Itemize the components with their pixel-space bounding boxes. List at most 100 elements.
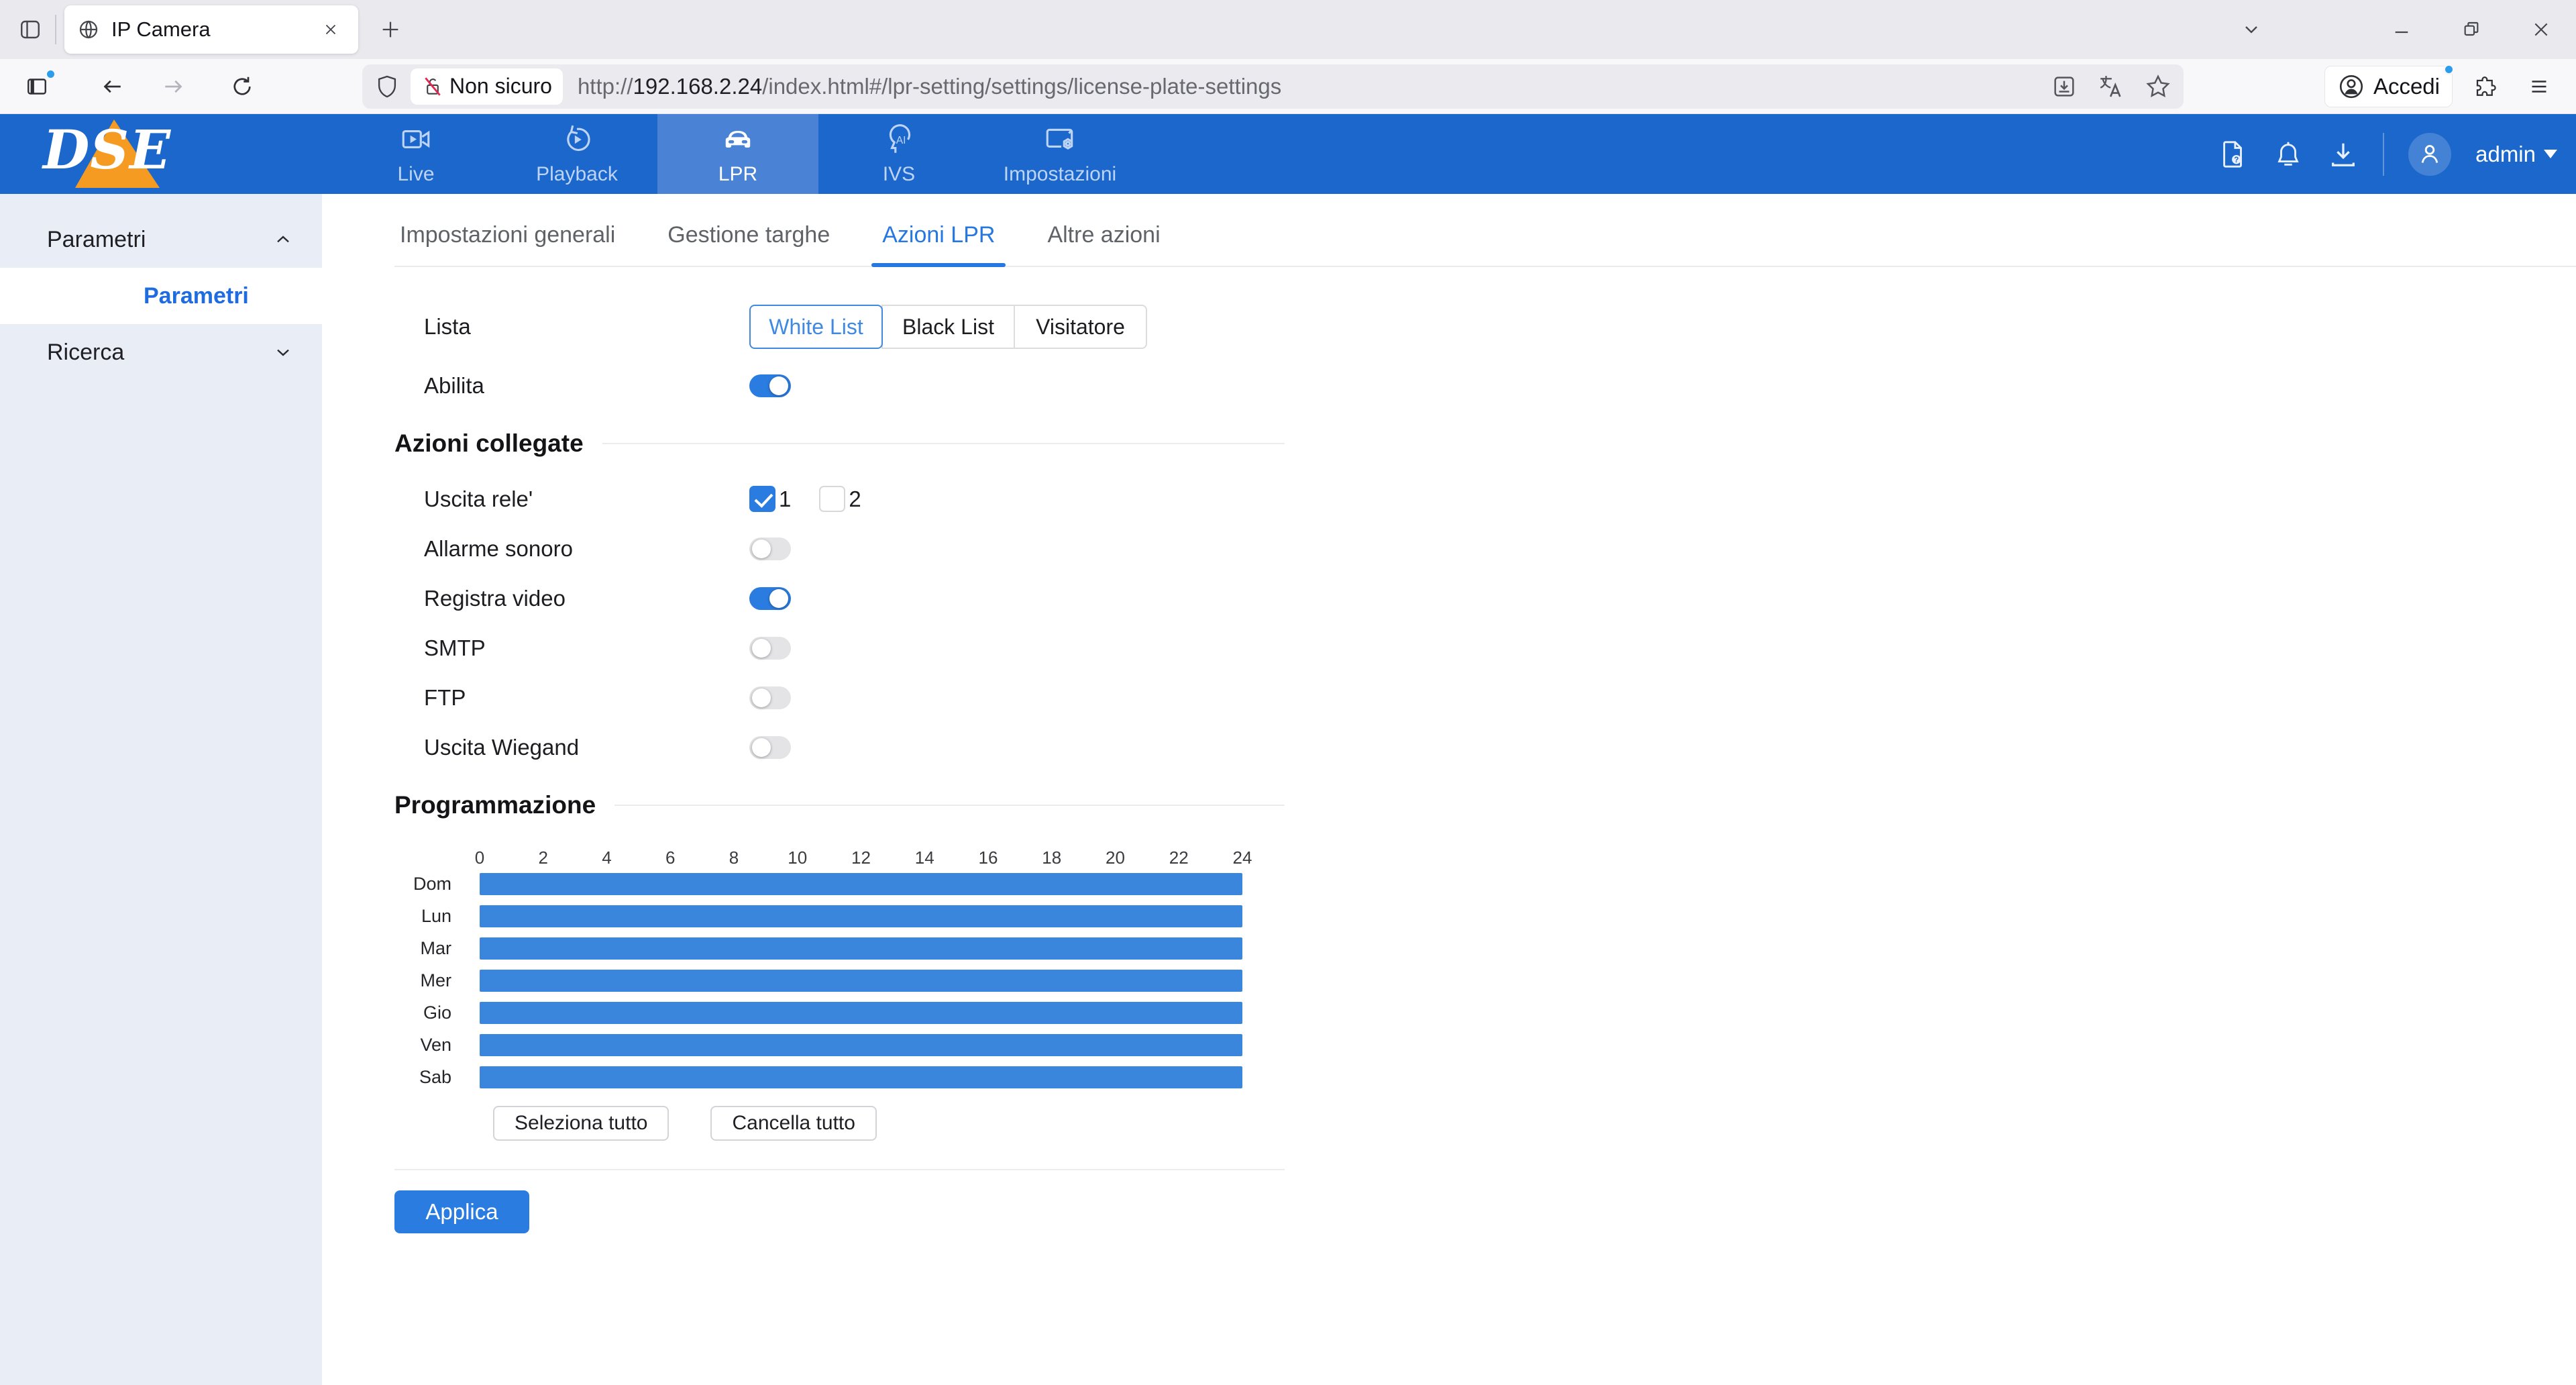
section-rule xyxy=(614,805,1285,806)
list-all-tabs-icon[interactable] xyxy=(2230,8,2273,51)
tab-gestione-targhe[interactable]: Gestione targhe xyxy=(662,222,835,266)
bookmark-star-icon[interactable] xyxy=(2145,73,2171,100)
lista-option-white-list[interactable]: White List xyxy=(749,305,883,349)
schedule-bar-gio[interactable] xyxy=(480,1002,1242,1024)
download-icon[interactable] xyxy=(2328,139,2359,170)
abilita-toggle[interactable] xyxy=(749,374,791,397)
new-tab-icon[interactable] xyxy=(372,11,409,48)
checkbox-uscita-rele-1[interactable] xyxy=(749,486,775,512)
schedule-bar-mar[interactable] xyxy=(480,937,1242,960)
tab-altre-azioni[interactable]: Altre azioni xyxy=(1042,222,1165,266)
url-host: 192.168.2.24 xyxy=(633,74,763,99)
help-document-icon[interactable]: ? xyxy=(2218,139,2249,170)
hour-tick-label: 18 xyxy=(1042,848,1061,868)
notification-dot xyxy=(45,68,56,80)
day-label: Mer xyxy=(394,970,480,991)
toggle-uscita-wiegand[interactable] xyxy=(749,736,791,759)
site-security-chip[interactable]: Non sicuro xyxy=(411,68,563,105)
hour-tick-label: 2 xyxy=(539,848,548,868)
apply-button[interactable]: Applica xyxy=(394,1190,529,1233)
caret-down-icon xyxy=(2544,150,2557,158)
schedule-track-gio[interactable] xyxy=(480,1002,1242,1024)
browser-tab[interactable]: IP Camera xyxy=(64,5,358,54)
sidebar-group-label: Parametri xyxy=(47,227,146,253)
tab-close-icon[interactable] xyxy=(315,14,346,45)
lista-option-black-list[interactable]: Black List xyxy=(881,305,1015,349)
menu-hamburger-icon[interactable] xyxy=(2518,66,2560,107)
nav-divider xyxy=(2383,133,2384,176)
translate-icon[interactable] xyxy=(2098,73,2125,100)
action-rows: Uscita rele'12Allarme sonoroRegistra vid… xyxy=(394,486,1285,760)
schedule-track-lun[interactable] xyxy=(480,905,1242,927)
hour-tick-label: 0 xyxy=(475,848,484,868)
close-window-icon[interactable] xyxy=(2520,8,2563,51)
app-nav: DSE LivePlaybackLPRAIIVSImpostazioni ? a… xyxy=(0,114,2576,194)
save-page-icon[interactable] xyxy=(2051,73,2078,100)
globe-icon xyxy=(76,17,101,42)
toggle-allarme-sonoro[interactable] xyxy=(749,537,791,560)
content-tabs: Impostazioni generali Gestione targhe Azio… xyxy=(394,194,2576,267)
nav-item-label: IVS xyxy=(883,163,915,186)
hour-tick-label: 22 xyxy=(1169,848,1189,868)
schedule-bar-mer[interactable] xyxy=(480,970,1242,992)
clear-all-button[interactable]: Cancella tutto xyxy=(710,1106,876,1141)
svg-text:AI: AI xyxy=(896,135,906,146)
schedule-row-dom: Dom xyxy=(394,873,1285,895)
sidebar-toggle-icon[interactable] xyxy=(16,66,58,107)
schedule-section-title: Programmazione xyxy=(394,791,596,819)
nav-item-live[interactable]: Live xyxy=(335,114,496,194)
action-row-allarme-sonoro: Allarme sonoro xyxy=(394,536,1285,562)
url-text: http://192.168.2.24/index.html#/lpr-sett… xyxy=(578,74,2037,99)
select-all-button[interactable]: Seleziona tutto xyxy=(493,1106,669,1141)
signin-button[interactable]: Accedi xyxy=(2324,66,2453,107)
day-label: Ven xyxy=(394,1035,480,1056)
day-label: Gio xyxy=(394,1003,480,1023)
nav-item-label: Impostazioni xyxy=(1004,163,1116,186)
lista-option-visitatore[interactable]: Visitatore xyxy=(1014,305,1147,349)
schedule-bar-dom[interactable] xyxy=(480,873,1242,895)
checkbox-uscita-rele-2[interactable] xyxy=(819,486,845,512)
security-label: Non sicuro xyxy=(449,74,552,99)
nav-item-playback[interactable]: Playback xyxy=(496,114,657,194)
reload-icon[interactable] xyxy=(221,66,263,107)
avatar[interactable] xyxy=(2408,133,2451,176)
sidebar-item-parametri[interactable]: Parametri xyxy=(0,268,322,324)
restore-window-icon[interactable] xyxy=(2450,8,2493,51)
toggle-smtp[interactable] xyxy=(749,637,791,660)
sidebar-group-parametri[interactable]: Parametri xyxy=(0,211,322,268)
schedule-track-mar[interactable] xyxy=(480,937,1242,960)
insecure-lock-icon xyxy=(421,75,444,98)
extensions-icon[interactable] xyxy=(2465,66,2506,107)
url-bar[interactable]: Non sicuro http://192.168.2.24/index.htm… xyxy=(362,64,2184,109)
actions-section-title: Azioni collegate xyxy=(394,429,584,458)
schedule-track-dom[interactable] xyxy=(480,873,1242,895)
nav-item-lpr[interactable]: LPR xyxy=(657,114,818,194)
sidebar-group-ricerca[interactable]: Ricerca xyxy=(0,324,322,380)
shield-icon[interactable] xyxy=(374,74,400,99)
nav-item-label: Playback xyxy=(536,163,618,186)
back-icon[interactable] xyxy=(91,66,133,107)
tabstrip-divider xyxy=(55,15,56,44)
tab-title: IP Camera xyxy=(111,17,315,42)
schedule-track-ven[interactable] xyxy=(480,1034,1242,1056)
nav-item-impostazioni[interactable]: Impostazioni xyxy=(979,114,1140,194)
bell-icon[interactable] xyxy=(2273,139,2304,170)
minimize-icon[interactable] xyxy=(2380,8,2423,51)
tab-impostazioni-generali[interactable]: Impostazioni generali xyxy=(394,222,621,266)
schedule-bar-lun[interactable] xyxy=(480,905,1242,927)
tab-azioni-lpr[interactable]: Azioni LPR xyxy=(877,222,1000,266)
schedule-track-sab[interactable] xyxy=(480,1066,1242,1088)
schedule-bar-sab[interactable] xyxy=(480,1066,1242,1088)
main-content: Impostazioni generali Gestione targhe Azio… xyxy=(322,194,2576,1385)
forward-icon[interactable] xyxy=(153,66,195,107)
settings-monitor-icon xyxy=(1043,123,1077,156)
action-row-uscita-wiegand: Uscita Wiegand xyxy=(394,735,1285,760)
toggle-ftp[interactable] xyxy=(749,686,791,709)
toggle-registra-video[interactable] xyxy=(749,587,791,610)
nav-item-ivs[interactable]: AI IVS xyxy=(818,114,979,194)
schedule-bar-ven[interactable] xyxy=(480,1034,1242,1056)
user-menu[interactable]: admin xyxy=(2475,142,2557,167)
schedule-row-ven: Ven xyxy=(394,1034,1285,1056)
schedule-track-mer[interactable] xyxy=(480,970,1242,992)
firefox-view-icon[interactable] xyxy=(9,9,51,50)
